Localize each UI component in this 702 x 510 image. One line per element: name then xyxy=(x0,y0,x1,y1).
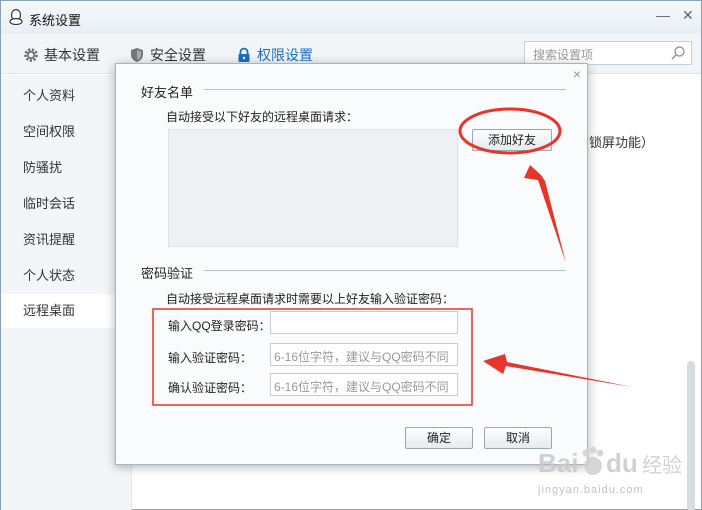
sidebar-item-space-permissions[interactable]: 空间权限 xyxy=(1,115,132,149)
sidebar-item-profile[interactable]: 个人资料 xyxy=(1,79,132,113)
tab-security-settings-label: 安全设置 xyxy=(150,47,206,63)
shield-icon xyxy=(131,48,143,62)
sidebar: 个人资料 空间权限 防骚扰 临时会话 资讯提醒 个人状态 远程桌面 xyxy=(1,75,132,510)
search-input[interactable]: 搜索设置项 xyxy=(524,41,692,65)
watermark-url: jingyan.baidu.com xyxy=(538,484,644,496)
search-placeholder: 搜索设置项 xyxy=(533,48,594,62)
dialog-close-icon[interactable]: × xyxy=(573,66,581,82)
close-icon[interactable]: ✕ xyxy=(682,7,694,24)
qq-password-label: 输入QQ登录密码： xyxy=(168,319,271,333)
minimize-icon[interactable]: — xyxy=(656,7,670,23)
tab-basic-settings-label: 基本设置 xyxy=(44,47,100,63)
friends-list[interactable] xyxy=(168,129,458,247)
password-section-description: 自动接受远程桌面请求时需要以上好友输入验证密码： xyxy=(166,292,455,306)
sidebar-item-remote-desktop[interactable]: 远程桌面 xyxy=(1,294,132,328)
background-lockscreen-text: 锁屏功能） xyxy=(589,135,655,150)
sidebar-item-anti-harassment[interactable]: 防骚扰 xyxy=(1,151,132,185)
tab-permission-settings[interactable]: 权限设置 xyxy=(236,45,313,65)
tab-permission-settings-label: 权限设置 xyxy=(257,47,313,63)
search-icon[interactable] xyxy=(670,45,686,61)
friends-section-title: 好友名单 xyxy=(141,85,194,100)
svg-text:经验: 经验 xyxy=(642,453,682,477)
confirm-password-field[interactable]: 6-16位字符，建议与QQ密码不同 xyxy=(270,373,458,396)
gear-icon xyxy=(24,48,38,62)
window-title: 系统设置 xyxy=(29,13,82,28)
lock-icon xyxy=(238,47,250,62)
add-friend-button[interactable]: 添加好友 xyxy=(472,129,552,151)
verify-password-field[interactable]: 6-16位字符，建议与QQ密码不同 xyxy=(270,343,458,366)
tab-security-settings[interactable]: 安全设置 xyxy=(129,45,206,65)
verify-password-placeholder: 6-16位字符，建议与QQ密码不同 xyxy=(274,350,449,364)
svg-text:du: du xyxy=(606,448,638,478)
qq-password-field[interactable] xyxy=(270,311,458,334)
friends-section-divider xyxy=(204,89,566,90)
sidebar-item-temp-session[interactable]: 临时会话 xyxy=(1,187,132,221)
qq-penguin-icon xyxy=(9,9,23,25)
sidebar-item-news-alerts[interactable]: 资讯提醒 xyxy=(1,223,132,257)
password-section-divider xyxy=(204,270,566,271)
tab-basic-settings[interactable]: 基本设置 xyxy=(23,45,100,65)
password-section-title: 密码验证 xyxy=(141,266,194,281)
verify-password-label: 输入验证密码： xyxy=(168,351,253,365)
svg-text:Bai: Bai xyxy=(538,448,578,478)
remote-desktop-dialog: × 好友名单 自动接受以下好友的远程桌面请求： 添加好友 密码验证 自动接受远程… xyxy=(115,63,588,465)
title-bar: 系统设置 — ✕ xyxy=(1,1,701,34)
ok-button[interactable]: 确定 xyxy=(405,427,473,449)
confirm-password-placeholder: 6-16位字符，建议与QQ密码不同 xyxy=(274,380,449,394)
sidebar-item-personal-status[interactable]: 个人状态 xyxy=(1,259,132,293)
baidu-jingyan-watermark: Bai du 经验 jingyan.baidu.com xyxy=(538,440,698,505)
confirm-password-label: 确认验证密码： xyxy=(168,381,253,395)
baidu-paw-logo: Bai du 经验 xyxy=(538,446,682,478)
friends-section-description: 自动接受以下好友的远程桌面请求： xyxy=(166,110,359,124)
